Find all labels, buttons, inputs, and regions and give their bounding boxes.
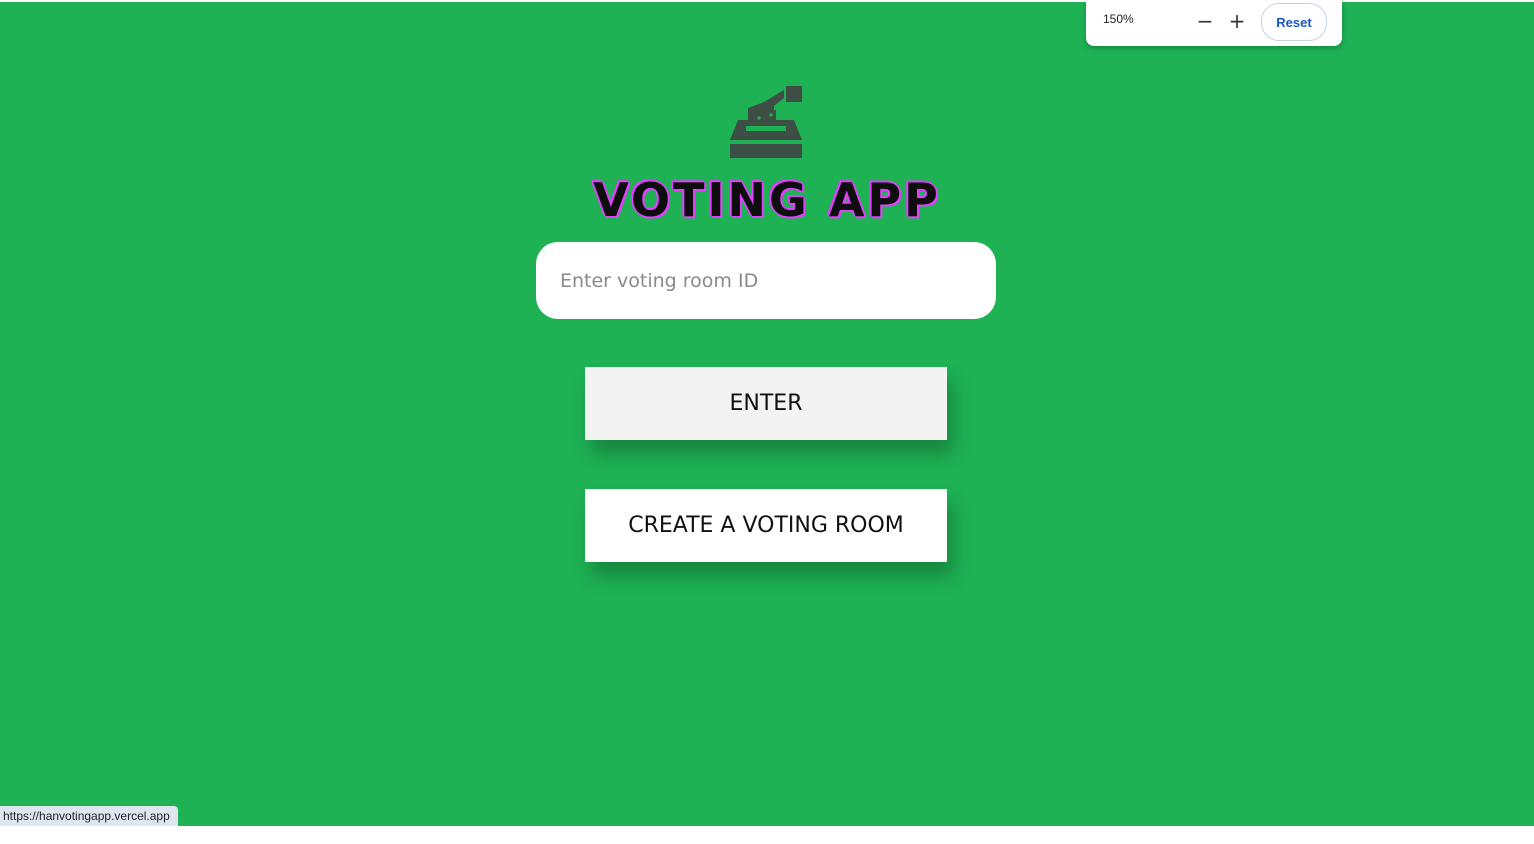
zoom-level-text: 150% bbox=[1103, 12, 1134, 26]
bottom-border bbox=[0, 826, 1534, 844]
minus-icon[interactable]: − bbox=[1192, 8, 1218, 34]
room-id-input[interactable] bbox=[536, 242, 996, 319]
zoom-reset-button[interactable]: Reset bbox=[1261, 3, 1327, 41]
enter-button[interactable]: ENTER bbox=[585, 367, 947, 440]
ballot-box-icon bbox=[726, 84, 806, 162]
plus-icon[interactable]: + bbox=[1224, 8, 1250, 34]
app-title: VOTING APP bbox=[593, 173, 941, 227]
create-voting-room-button[interactable]: CREATE A VOTING ROOM bbox=[585, 489, 947, 562]
zoom-popup: 150% − + Reset bbox=[1086, 0, 1342, 46]
status-bar-url: https://hanvotingapp.vercel.app bbox=[0, 806, 178, 826]
